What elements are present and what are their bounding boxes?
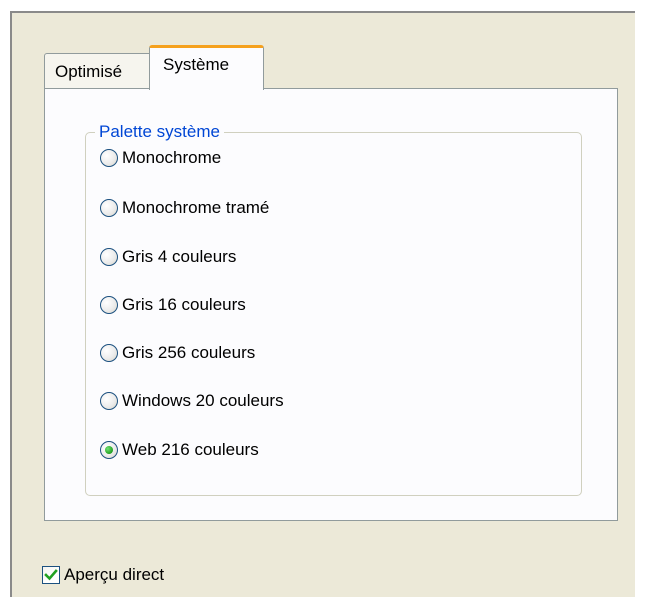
- tab-systeme-label: Système: [163, 55, 230, 74]
- radio-option-gris-256[interactable]: Gris 256 couleurs: [100, 341, 255, 365]
- palette-group: Palette système Monochrome Monochrome tr…: [85, 122, 582, 496]
- checkmark-icon: [44, 569, 58, 581]
- tab-systeme[interactable]: Système: [149, 45, 264, 90]
- palette-group-legend: Palette système: [95, 122, 224, 142]
- radio-option-windows-20[interactable]: Windows 20 couleurs: [100, 389, 284, 413]
- radio-button[interactable]: [100, 344, 118, 362]
- radio-label: Monochrome tramé: [122, 198, 270, 217]
- radio-label: Gris 16 couleurs: [122, 295, 246, 314]
- live-preview-checkbox[interactable]: [42, 566, 60, 584]
- radio-label: Web 216 couleurs: [122, 440, 259, 459]
- radio-option-monochrome[interactable]: Monochrome: [100, 146, 221, 170]
- live-preview-label: Aperçu direct: [64, 565, 165, 584]
- dialog-window: Optimisé Système Palette système Monochr…: [10, 11, 635, 597]
- radio-button-selected[interactable]: [100, 441, 118, 459]
- radio-option-web-216[interactable]: Web 216 couleurs: [100, 438, 259, 462]
- radio-button[interactable]: [100, 296, 118, 314]
- radio-option-monochrome-trame[interactable]: Monochrome tramé: [100, 196, 269, 220]
- radio-option-gris-16[interactable]: Gris 16 couleurs: [100, 293, 246, 317]
- radio-label: Windows 20 couleurs: [122, 391, 284, 410]
- radio-button[interactable]: [100, 149, 118, 167]
- radio-button[interactable]: [100, 199, 118, 217]
- radio-label: Monochrome: [122, 148, 222, 167]
- radio-button[interactable]: [100, 248, 118, 266]
- radio-option-gris-4[interactable]: Gris 4 couleurs: [100, 245, 236, 269]
- live-preview-checkbox-row[interactable]: Aperçu direct: [42, 563, 164, 587]
- radio-button[interactable]: [100, 392, 118, 410]
- radio-label: Gris 256 couleurs: [122, 343, 256, 362]
- tab-optimise[interactable]: Optimisé: [44, 53, 152, 89]
- tab-panel-systeme: Palette système Monochrome Monochrome tr…: [44, 88, 618, 521]
- radio-label: Gris 4 couleurs: [122, 247, 237, 266]
- tab-optimise-label: Optimisé: [55, 62, 123, 81]
